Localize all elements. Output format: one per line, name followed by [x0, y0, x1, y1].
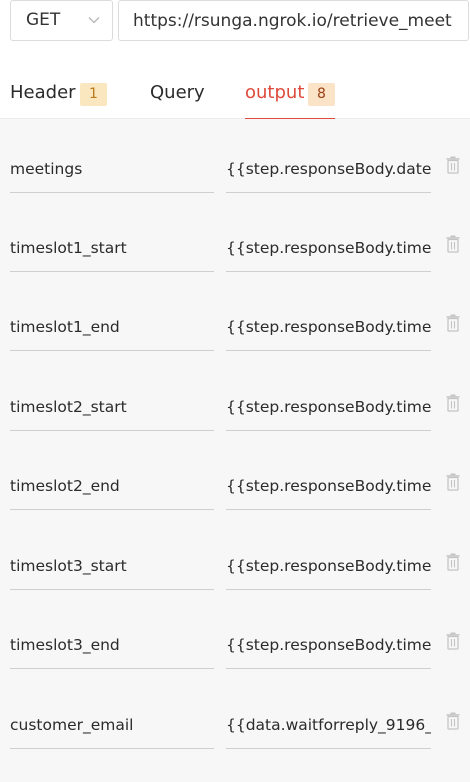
output-row: timeslot2_start {{step.responseBody.time…	[0, 357, 470, 436]
trash-icon[interactable]	[446, 473, 460, 491]
output-panel: meetings {{step.responseBody.date_o time…	[0, 119, 470, 782]
output-row: timeslot3_end {{step.responseBody.timesl…	[0, 595, 470, 674]
output-row: customer_email {{data.waitforreply_9196_…	[0, 675, 470, 754]
output-value-input[interactable]: {{step.responseBody.timeslo	[226, 595, 431, 669]
output-row: timeslot3_start {{step.responseBody.time…	[0, 516, 470, 595]
tab-header[interactable]: Header 1	[10, 72, 110, 118]
trash-icon[interactable]	[446, 632, 460, 650]
trash-icon[interactable]	[446, 394, 460, 412]
output-key-input[interactable]: meetings	[10, 119, 214, 193]
output-key-input[interactable]: timeslot1_end	[10, 277, 214, 351]
output-key-input[interactable]: customer_email	[10, 675, 214, 749]
output-value-input[interactable]: {{step.responseBody.date_o	[226, 119, 431, 193]
tab-output-label: output	[245, 82, 305, 103]
tab-query-label: Query	[150, 82, 205, 103]
output-value-input[interactable]: {{step.responseBody.timeslo	[226, 198, 431, 272]
method-value: GET	[26, 10, 61, 30]
request-bar: GET https://rsunga.ngrok.io/retrieve_mee…	[0, 0, 470, 50]
output-value-input[interactable]: {{data.waitforreply_9196_st	[226, 675, 431, 749]
output-key-input[interactable]: timeslot2_start	[10, 357, 214, 431]
tab-header-count-badge: 1	[80, 83, 107, 106]
output-value-input[interactable]: {{step.responseBody.timeslo	[226, 357, 431, 431]
output-row: meetings {{step.responseBody.date_o	[0, 119, 470, 198]
output-row: timeslot2_end {{step.responseBody.timesl…	[0, 436, 470, 515]
url-text: https://rsunga.ngrok.io/retrieve_meet	[133, 11, 452, 31]
output-value-input[interactable]: {{step.responseBody.timeslo	[226, 516, 431, 590]
trash-icon[interactable]	[446, 156, 460, 174]
trash-icon[interactable]	[446, 712, 460, 730]
trash-icon[interactable]	[446, 314, 460, 332]
output-key-input[interactable]: timeslot1_start	[10, 198, 214, 272]
output-key-input[interactable]: timeslot3_end	[10, 595, 214, 669]
output-value-input[interactable]: {{step.responseBody.timeslo	[226, 436, 431, 510]
chevron-down-icon	[88, 17, 100, 24]
url-input[interactable]: https://rsunga.ngrok.io/retrieve_meet	[118, 0, 469, 41]
tab-bar: Header 1 Query output 8	[0, 72, 470, 120]
tab-header-label: Header	[10, 82, 76, 103]
output-row: timeslot1_start {{step.responseBody.time…	[0, 198, 470, 277]
trash-icon[interactable]	[446, 553, 460, 571]
method-select[interactable]: GET	[10, 0, 113, 41]
trash-icon[interactable]	[446, 235, 460, 253]
output-row: timeslot1_end {{step.responseBody.timesl…	[0, 277, 470, 356]
tab-output[interactable]: output 8	[245, 72, 335, 120]
tab-query[interactable]: Query	[150, 72, 210, 118]
tab-output-count-badge: 8	[308, 83, 335, 106]
output-value-input[interactable]: {{step.responseBody.timeslo	[226, 277, 431, 351]
output-key-input[interactable]: timeslot2_end	[10, 436, 214, 510]
output-key-input[interactable]: timeslot3_start	[10, 516, 214, 590]
